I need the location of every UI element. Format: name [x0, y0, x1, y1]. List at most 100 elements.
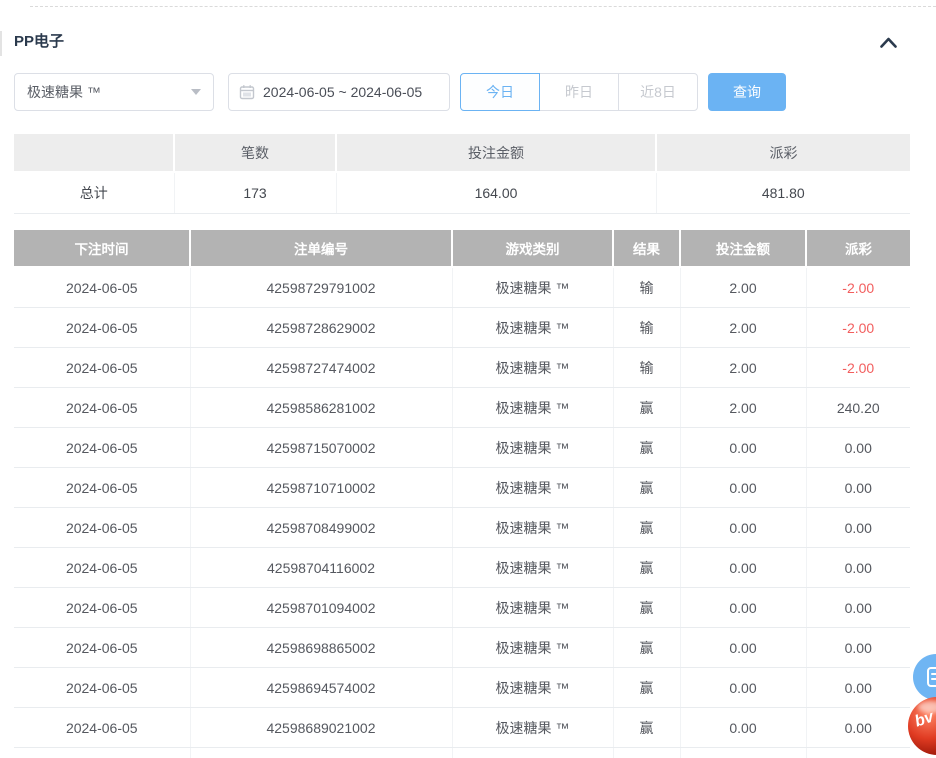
cell-payout: 0.00: [806, 428, 910, 468]
cell-bet-time: 2024-06-05: [14, 708, 190, 748]
cell-result: 赢: [613, 388, 680, 428]
chevron-down-icon: [191, 89, 201, 95]
cell-bet-time: 2024-06-05: [14, 267, 190, 308]
cell-bet-time: 2024-06-05: [14, 588, 190, 628]
query-button[interactable]: 查询: [708, 73, 786, 111]
cell-payout: -2.00: [806, 348, 910, 388]
summary-col-count: 笔数: [174, 134, 336, 172]
cell-order-id: 42598710710002: [190, 468, 452, 508]
cell-game-type: 极速糖果 ™: [452, 588, 613, 628]
col-result: 结果: [613, 230, 680, 267]
cell-bet-amount: 0.00: [680, 548, 806, 588]
page-title: PP电子: [14, 32, 64, 52]
col-payout: 派彩: [806, 230, 910, 267]
cell-game-type: 极速糖果 ™: [452, 428, 613, 468]
table-row: 2024-06-0542598586281002极速糖果 ™赢2.00240.2…: [14, 388, 910, 428]
col-bet-time: 下注时间: [14, 230, 190, 267]
cell-game-type: 极速糖果 ™: [452, 508, 613, 548]
cell-bet-amount: 0.00: [680, 668, 806, 708]
cell-result: 赢: [613, 668, 680, 708]
cell-game-type: 极速糖果 ™: [452, 548, 613, 588]
table-row: 2024-06-0542598689021002极速糖果 ™赢0.000.00: [14, 708, 910, 748]
floating-records-button[interactable]: [913, 654, 936, 700]
cell-bet-time: 2024-06-05: [14, 628, 190, 668]
cell-result: 输: [613, 308, 680, 348]
summary-col-payout: 派彩: [656, 134, 910, 172]
cell-order-id: 42598728629002: [190, 308, 452, 348]
cell-order-id: 42598715070002: [190, 428, 452, 468]
cell-bet-amount: 0.00: [680, 708, 806, 748]
today-button[interactable]: 今日: [460, 73, 540, 111]
col-game-type: 游戏类别: [452, 230, 613, 267]
cell-result: 赢: [613, 548, 680, 588]
cell-bet-amount: 2.00: [680, 308, 806, 348]
cell-order-id: 42598701094002: [190, 588, 452, 628]
summary-total-row: 总计 173 164.00 481.80: [14, 172, 910, 214]
cell-order-id: 42598689021002: [190, 708, 452, 748]
section-header: PP电子: [0, 0, 936, 52]
summary-col-blank: [14, 134, 174, 172]
table-row: 2024-06-0542598701094002极速糖果 ™赢0.000.00: [14, 588, 910, 628]
date-range-picker[interactable]: 2024-06-05 ~ 2024-06-05: [228, 73, 450, 111]
summary-payout-value: 481.80: [656, 172, 910, 214]
summary-col-bet-amount: 投注金额: [336, 134, 656, 172]
cell-order-id: 42598708499002: [190, 508, 452, 548]
cell-result: 赢: [613, 708, 680, 748]
cell-bet-amount: 0.00: [680, 468, 806, 508]
cell-bet-amount: 2.00: [680, 348, 806, 388]
cell-payout: 0.00: [806, 708, 910, 748]
table-row: 2024-06-0542598704116002极速糖果 ™赢0.000.00: [14, 548, 910, 588]
table-row: 2024-06-0542598729791002极速糖果 ™输2.00-2.00: [14, 267, 910, 308]
yesterday-button[interactable]: 昨日: [539, 73, 619, 111]
detail-header-row: 下注时间 注单编号 游戏类别 结果 投注金额 派彩: [14, 230, 910, 267]
game-select-value: 极速糖果 ™: [27, 82, 101, 102]
last-8-days-button[interactable]: 近8日: [618, 73, 698, 111]
table-row: 2024-06-0542598727474002极速糖果 ™输2.00-2.00: [14, 348, 910, 388]
summary-count-value: 173: [174, 172, 336, 214]
bet-records-table: 下注时间 注单编号 游戏类别 结果 投注金额 派彩 2024-06-054259…: [14, 230, 910, 758]
cell-payout: 240.20: [806, 388, 910, 428]
cell-bet-time: 2024-06-05: [14, 508, 190, 548]
cell-game-type: 极速糖果 ™: [452, 628, 613, 668]
game-select[interactable]: 极速糖果 ™: [14, 73, 214, 111]
cell-bet-amount: 0.00: [680, 508, 806, 548]
calendar-icon: [239, 84, 255, 100]
table-row: 2024-06-0542598694574002极速糖果 ™赢0.000.00: [14, 668, 910, 708]
cell-bet-time: 2024-06-05: [14, 428, 190, 468]
cell-bet-amount: 2.00: [680, 388, 806, 428]
cell-bet-amount: 0.00: [680, 588, 806, 628]
summary-header-row: 笔数 投注金额 派彩: [14, 134, 910, 172]
cell-order-id: 42598727474002: [190, 348, 452, 388]
cell-game-type: 极速糖果 ™: [452, 267, 613, 308]
left-edge-fragment: [0, 31, 2, 56]
cell-payout: 0.00: [806, 508, 910, 548]
cell-result: 输: [613, 348, 680, 388]
collapse-button[interactable]: [877, 34, 900, 51]
cell-bet-amount: 0.00: [680, 428, 806, 468]
summary-table: 笔数 投注金额 派彩 总计 173 164.00 481.80: [14, 134, 910, 214]
cell-game-type: 极速糖果 ™: [452, 708, 613, 748]
table-row: 2024-06-0542598710710002极速糖果 ™赢0.000.00: [14, 468, 910, 508]
cell-bet-time: 2024-06-05: [14, 388, 190, 428]
cell-order-id: 42598729791002: [190, 267, 452, 308]
col-bet-amount: 投注金额: [680, 230, 806, 267]
cell-game-type: 极速糖果 ™: [452, 668, 613, 708]
cell-bet-time: 2024-06-05: [14, 668, 190, 708]
cell-payout: -2.00: [806, 267, 910, 308]
cell-bet-amount: 0.00: [680, 628, 806, 668]
cell-result: 赢: [613, 628, 680, 668]
cell-payout: 0.00: [806, 468, 910, 508]
date-range-value: 2024-06-05 ~ 2024-06-05: [263, 84, 422, 100]
customer-service-ball[interactable]: bv: [908, 697, 936, 755]
table-row: 2024-06-0542598708499002极速糖果 ™赢0.000.00: [14, 508, 910, 548]
cell-bet-time: 2024-06-05: [14, 468, 190, 508]
cell-game-type: 极速糖果 ™: [452, 308, 613, 348]
cell-game-type: 极速糖果 ™: [452, 348, 613, 388]
cell-bet-time: 2024-06-05: [14, 308, 190, 348]
cell-bet-time: 2024-06-05: [14, 548, 190, 588]
summary-total-label: 总计: [14, 172, 174, 214]
cell-game-type: 极速糖果 ™: [452, 388, 613, 428]
chevron-up-icon: [879, 36, 898, 49]
cell-payout: 0.00: [806, 548, 910, 588]
cell-result: 赢: [613, 588, 680, 628]
